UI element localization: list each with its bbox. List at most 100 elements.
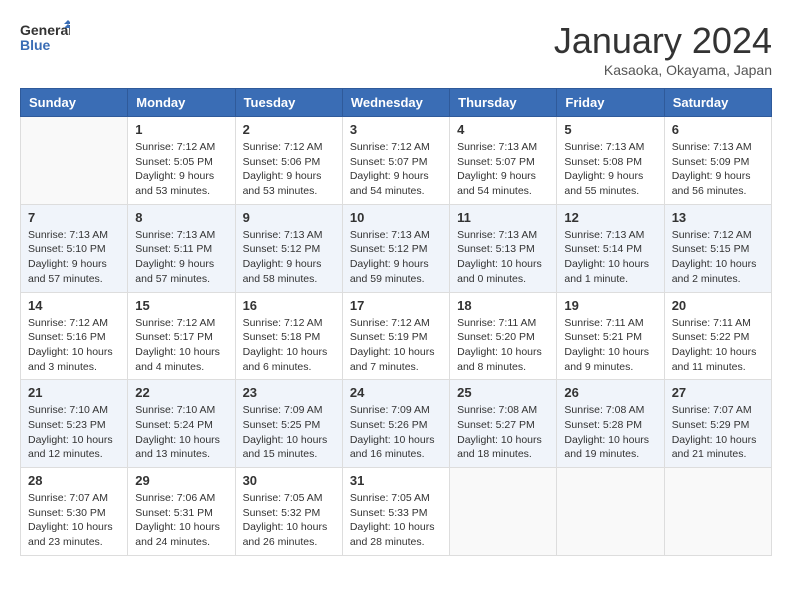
calendar-week-row: 14 Sunrise: 7:12 AM Sunset: 5:16 PM Dayli… — [21, 292, 772, 380]
day-info: Sunrise: 7:08 AM Sunset: 5:27 PM Dayligh… — [457, 403, 549, 462]
calendar-cell — [450, 468, 557, 556]
day-info: Sunrise: 7:11 AM Sunset: 5:20 PM Dayligh… — [457, 316, 549, 375]
day-number: 29 — [135, 473, 227, 488]
day-info: Sunrise: 7:13 AM Sunset: 5:08 PM Dayligh… — [564, 140, 656, 199]
calendar-cell: 19Sunrise: 7:11 AM Sunset: 5:21 PM Dayli… — [557, 292, 664, 380]
day-number: 27 — [672, 385, 764, 400]
day-number: 4 — [457, 122, 549, 137]
page-header: General Blue January 2024 Kasaoka, Okaya… — [20, 20, 772, 78]
calendar-cell: 25 Sunrise: 7:08 AM Sunset: 5:27 PM Dayli… — [450, 380, 557, 468]
day-info: Sunrise: 7:06 AM Sunset: 5:31 PM Dayligh… — [135, 491, 227, 550]
calendar-cell: 17 Sunrise: 7:12 AM Sunset: 5:19 PM Dayli… — [342, 292, 449, 380]
day-info: Sunrise: 7:13 AM Sunset: 5:13 PM Dayligh… — [457, 228, 549, 287]
day-info: Sunrise: 7:12 AM Sunset: 5:19 PM Dayligh… — [350, 316, 442, 375]
day-number: 18 — [457, 298, 549, 313]
day-number: 9 — [243, 210, 335, 225]
calendar-week-row: 28 Sunrise: 7:07 AM Sunset: 5:30 PM Dayli… — [21, 468, 772, 556]
day-info: Sunrise: 7:13 AM Sunset: 5:10 PM Dayligh… — [28, 228, 120, 287]
day-number: 5 — [564, 122, 656, 137]
calendar-cell — [557, 468, 664, 556]
day-info: Sunrise: 7:12 AM Sunset: 5:15 PM Dayligh… — [672, 228, 764, 287]
calendar-week-row: 7Sunrise: 7:13 AM Sunset: 5:10 PM Daylig… — [21, 204, 772, 292]
day-number: 12 — [564, 210, 656, 225]
day-info: Sunrise: 7:13 AM Sunset: 5:12 PM Dayligh… — [350, 228, 442, 287]
calendar-table: SundayMondayTuesdayWednesdayThursdayFrid… — [20, 88, 772, 556]
day-info: Sunrise: 7:13 AM Sunset: 5:07 PM Dayligh… — [457, 140, 549, 199]
day-number: 16 — [243, 298, 335, 313]
day-number: 25 — [457, 385, 549, 400]
calendar-week-row: 21 Sunrise: 7:10 AM Sunset: 5:23 PM Dayli… — [21, 380, 772, 468]
day-info: Sunrise: 7:12 AM Sunset: 5:06 PM Dayligh… — [243, 140, 335, 199]
day-number: 31 — [350, 473, 442, 488]
calendar-cell: 11Sunrise: 7:13 AM Sunset: 5:13 PM Dayli… — [450, 204, 557, 292]
calendar-cell — [21, 117, 128, 205]
month-title: January 2024 — [554, 20, 772, 62]
day-info: Sunrise: 7:08 AM Sunset: 5:28 PM Dayligh… — [564, 403, 656, 462]
day-info: Sunrise: 7:07 AM Sunset: 5:30 PM Dayligh… — [28, 491, 120, 550]
day-number: 26 — [564, 385, 656, 400]
day-info: Sunrise: 7:09 AM Sunset: 5:26 PM Dayligh… — [350, 403, 442, 462]
day-info: Sunrise: 7:05 AM Sunset: 5:33 PM Dayligh… — [350, 491, 442, 550]
calendar-cell: 14 Sunrise: 7:12 AM Sunset: 5:16 PM Dayli… — [21, 292, 128, 380]
calendar-cell: 26 Sunrise: 7:08 AM Sunset: 5:28 PM Dayli… — [557, 380, 664, 468]
weekday-thursday: Thursday — [450, 89, 557, 117]
day-info: Sunrise: 7:12 AM Sunset: 5:17 PM Dayligh… — [135, 316, 227, 375]
day-number: 20 — [672, 298, 764, 313]
calendar-cell: 21 Sunrise: 7:10 AM Sunset: 5:23 PM Dayli… — [21, 380, 128, 468]
day-info: Sunrise: 7:07 AM Sunset: 5:29 PM Dayligh… — [672, 403, 764, 462]
calendar-cell: 30Sunrise: 7:05 AM Sunset: 5:32 PM Dayli… — [235, 468, 342, 556]
svg-text:Blue: Blue — [20, 37, 51, 53]
weekday-tuesday: Tuesday — [235, 89, 342, 117]
calendar-cell: 27 Sunrise: 7:07 AM Sunset: 5:29 PM Dayli… — [664, 380, 771, 468]
day-number: 19 — [564, 298, 656, 313]
day-info: Sunrise: 7:10 AM Sunset: 5:24 PM Dayligh… — [135, 403, 227, 462]
calendar-cell: 7Sunrise: 7:13 AM Sunset: 5:10 PM Daylig… — [21, 204, 128, 292]
weekday-header-row: SundayMondayTuesdayWednesdayThursdayFrid… — [21, 89, 772, 117]
day-number: 3 — [350, 122, 442, 137]
day-number: 30 — [243, 473, 335, 488]
day-info: Sunrise: 7:13 AM Sunset: 5:12 PM Dayligh… — [243, 228, 335, 287]
day-number: 8 — [135, 210, 227, 225]
calendar-week-row: 1Sunrise: 7:12 AM Sunset: 5:05 PM Daylig… — [21, 117, 772, 205]
calendar-cell — [664, 468, 771, 556]
day-info: Sunrise: 7:09 AM Sunset: 5:25 PM Dayligh… — [243, 403, 335, 462]
title-block: January 2024 Kasaoka, Okayama, Japan — [554, 20, 772, 78]
day-number: 14 — [28, 298, 120, 313]
logo: General Blue — [20, 20, 70, 56]
weekday-monday: Monday — [128, 89, 235, 117]
calendar-cell: 22Sunrise: 7:10 AM Sunset: 5:24 PM Dayli… — [128, 380, 235, 468]
calendar-cell: 20Sunrise: 7:11 AM Sunset: 5:22 PM Dayli… — [664, 292, 771, 380]
day-number: 24 — [350, 385, 442, 400]
day-number: 10 — [350, 210, 442, 225]
day-info: Sunrise: 7:13 AM Sunset: 5:11 PM Dayligh… — [135, 228, 227, 287]
day-number: 23 — [243, 385, 335, 400]
location: Kasaoka, Okayama, Japan — [554, 62, 772, 78]
day-info: Sunrise: 7:12 AM Sunset: 5:16 PM Dayligh… — [28, 316, 120, 375]
calendar-cell: 2Sunrise: 7:12 AM Sunset: 5:06 PM Daylig… — [235, 117, 342, 205]
calendar-cell: 12Sunrise: 7:13 AM Sunset: 5:14 PM Dayli… — [557, 204, 664, 292]
weekday-wednesday: Wednesday — [342, 89, 449, 117]
day-number: 17 — [350, 298, 442, 313]
weekday-friday: Friday — [557, 89, 664, 117]
calendar-cell: 23 Sunrise: 7:09 AM Sunset: 5:25 PM Dayli… — [235, 380, 342, 468]
day-number: 1 — [135, 122, 227, 137]
calendar-cell: 29 Sunrise: 7:06 AM Sunset: 5:31 PM Dayli… — [128, 468, 235, 556]
calendar-cell: 31 Sunrise: 7:05 AM Sunset: 5:33 PM Dayli… — [342, 468, 449, 556]
day-number: 21 — [28, 385, 120, 400]
weekday-sunday: Sunday — [21, 89, 128, 117]
day-number: 15 — [135, 298, 227, 313]
calendar-cell: 13 Sunrise: 7:12 AM Sunset: 5:15 PM Dayli… — [664, 204, 771, 292]
day-info: Sunrise: 7:12 AM Sunset: 5:07 PM Dayligh… — [350, 140, 442, 199]
calendar-cell: 15 Sunrise: 7:12 AM Sunset: 5:17 PM Dayli… — [128, 292, 235, 380]
calendar-cell: 8 Sunrise: 7:13 AM Sunset: 5:11 PM Daylig… — [128, 204, 235, 292]
day-info: Sunrise: 7:10 AM Sunset: 5:23 PM Dayligh… — [28, 403, 120, 462]
calendar-cell: 3 Sunrise: 7:12 AM Sunset: 5:07 PM Daylig… — [342, 117, 449, 205]
day-number: 13 — [672, 210, 764, 225]
calendar-cell: 5 Sunrise: 7:13 AM Sunset: 5:08 PM Daylig… — [557, 117, 664, 205]
calendar-cell: 24 Sunrise: 7:09 AM Sunset: 5:26 PM Dayli… — [342, 380, 449, 468]
day-info: Sunrise: 7:12 AM Sunset: 5:18 PM Dayligh… — [243, 316, 335, 375]
logo-svg: General Blue — [20, 20, 70, 56]
day-number: 28 — [28, 473, 120, 488]
calendar-cell: 6Sunrise: 7:13 AM Sunset: 5:09 PM Daylig… — [664, 117, 771, 205]
day-info: Sunrise: 7:13 AM Sunset: 5:09 PM Dayligh… — [672, 140, 764, 199]
